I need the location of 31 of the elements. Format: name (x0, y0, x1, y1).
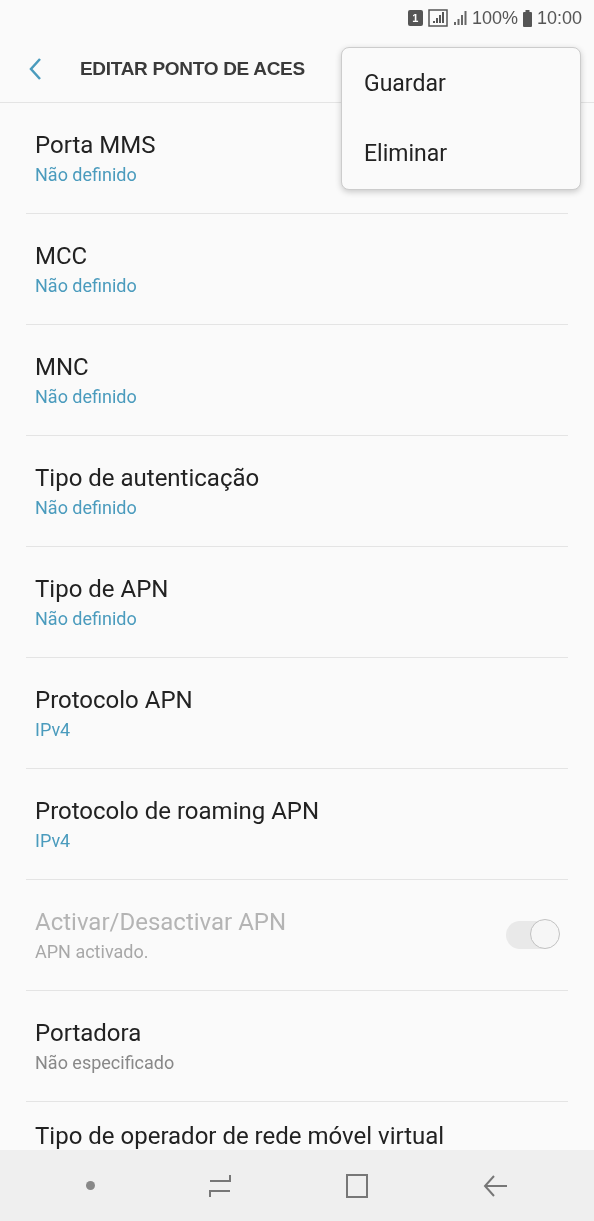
recent-apps-button[interactable] (206, 1172, 233, 1199)
setting-value: Não definido (35, 386, 137, 407)
setting-value: Não especificado (35, 1052, 175, 1073)
signal-icon (452, 10, 467, 26)
setting-title: Tipo de autenticação (35, 464, 260, 492)
menu-item[interactable]: Guardar (342, 48, 580, 119)
home-button[interactable] (344, 1172, 371, 1199)
setting-title: Protocolo APN (35, 686, 193, 714)
setting-title: Porta MMS (35, 131, 156, 159)
setting-title: Protocolo de roaming APN (35, 797, 320, 825)
setting-title: Portadora (35, 1019, 142, 1047)
setting-value: APN activado. (35, 941, 149, 962)
signal-icon (427, 9, 448, 27)
setting-value: Não definido (35, 497, 137, 518)
dot-icon (85, 1181, 95, 1190)
setting-title: MCC (35, 242, 88, 270)
setting-value: IPv4 (35, 719, 71, 740)
page-title: EDITAR PONTO DE ACES (80, 58, 305, 80)
setting-value: Não definido (35, 164, 137, 185)
clock: 10:00 (536, 7, 582, 29)
setting-value: Não definido (35, 275, 137, 296)
setting-title: Tipo de APN (35, 575, 169, 603)
battery-icon (522, 9, 532, 27)
setting-title: MNC (35, 353, 89, 381)
sim-icon: 1 (407, 10, 423, 26)
menu-item[interactable]: Eliminar (342, 118, 580, 189)
setting-title: Activar/Desactivar APN (35, 908, 287, 936)
setting-value: Não definido (35, 608, 137, 629)
setting-value: IPv4 (35, 830, 71, 851)
setting-title: Tipo de operador de rede móvel virtual (35, 1122, 445, 1150)
battery-level: 100% (471, 7, 518, 29)
